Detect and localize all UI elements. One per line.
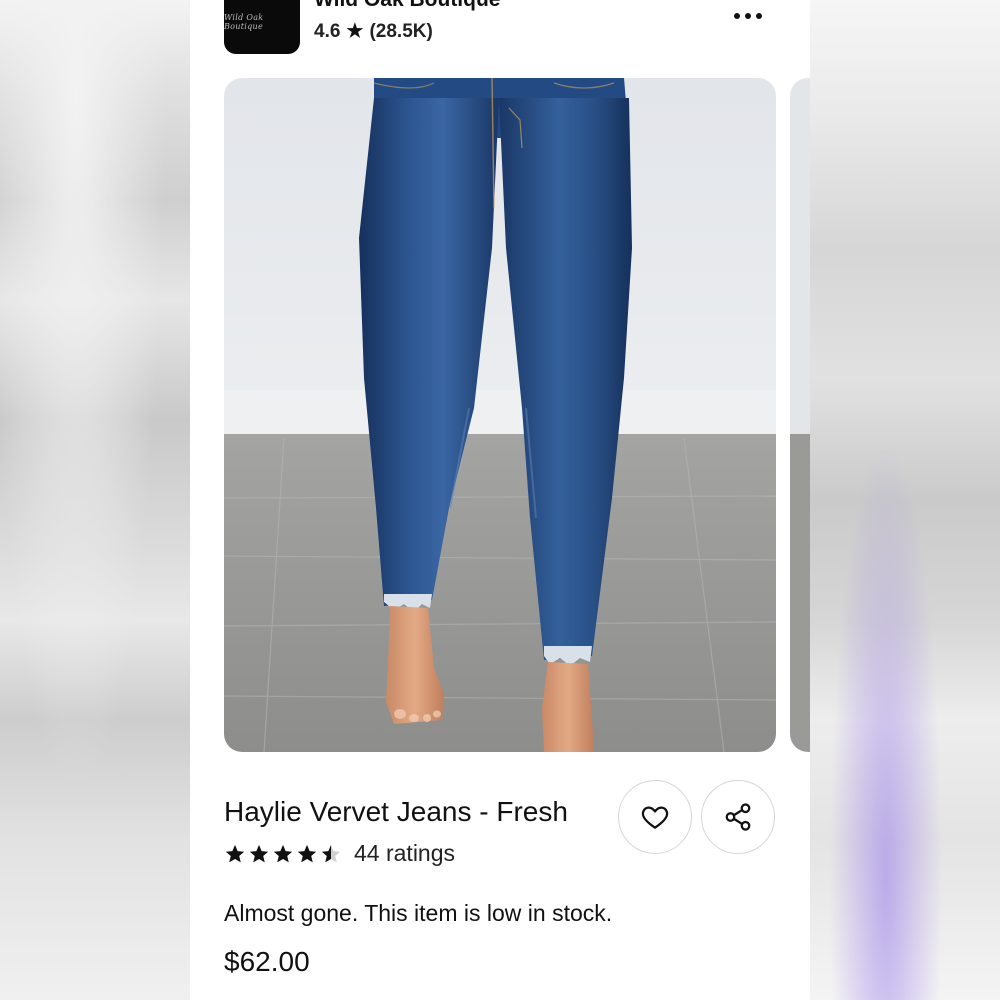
stock-status: Almost gone. This item is low in stock. [224, 900, 613, 926]
shop-rating: 4.6 ★ (28.5K) [314, 20, 433, 43]
product-card: Wild Oak Boutique Wild Oak Boutique 4.6 … [190, 0, 810, 1000]
blurred-background-left [0, 0, 190, 1000]
next-product-image-peek[interactable] [790, 78, 810, 752]
shop-rating-value: 4.6 [314, 20, 341, 42]
share-button[interactable] [701, 780, 775, 854]
shop-review-count: (28.5K) [369, 20, 433, 42]
more-options-button[interactable] [726, 4, 770, 28]
star-icon [273, 844, 293, 862]
favorite-button[interactable] [618, 780, 692, 854]
star-icon [249, 844, 269, 862]
blurred-background-right [810, 0, 1000, 1000]
next-photo [790, 78, 810, 752]
product-title: Haylie Vervet Jeans - Fresh [224, 796, 568, 827]
share-icon [725, 803, 751, 831]
shop-name[interactable]: Wild Oak Boutique [314, 0, 500, 12]
product-price: $62.00 [224, 946, 310, 977]
more-dots-icon-dot [745, 13, 751, 19]
star-icon: ★ [346, 21, 364, 42]
heart-icon [641, 806, 669, 829]
more-dots-icon-dot [756, 13, 762, 19]
star-rating [224, 843, 342, 865]
half-star-icon [321, 844, 341, 862]
more-dots-icon [734, 13, 740, 19]
star-icon [297, 844, 317, 862]
product-image[interactable] [224, 78, 776, 752]
ratings-count: 44 ratings [354, 840, 456, 866]
product-rating[interactable]: 44 ratings [224, 840, 455, 867]
star-icon [225, 844, 245, 862]
product-photo [224, 78, 776, 752]
shop-logo[interactable]: Wild Oak Boutique [224, 0, 300, 54]
